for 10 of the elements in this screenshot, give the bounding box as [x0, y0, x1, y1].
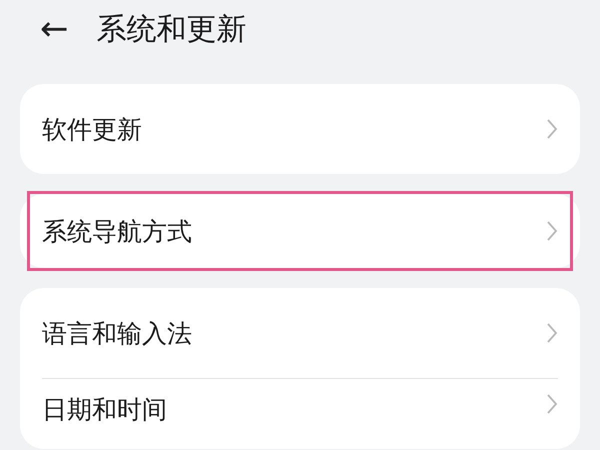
chevron-icon [546, 393, 558, 415]
settings-item[interactable]: 语言和输入法 [30, 288, 570, 378]
chevron-icon [546, 220, 558, 242]
chevron-icon [546, 322, 558, 344]
settings-item[interactable]: 系统导航方式 [30, 194, 570, 268]
settings-item[interactable]: 日期和时间 [30, 379, 570, 449]
page-title: 系统和更新 [96, 10, 246, 48]
chevron-icon [546, 118, 558, 140]
settings-item[interactable]: 软件更新 [30, 84, 570, 174]
back-button[interactable]: ← [40, 12, 68, 46]
